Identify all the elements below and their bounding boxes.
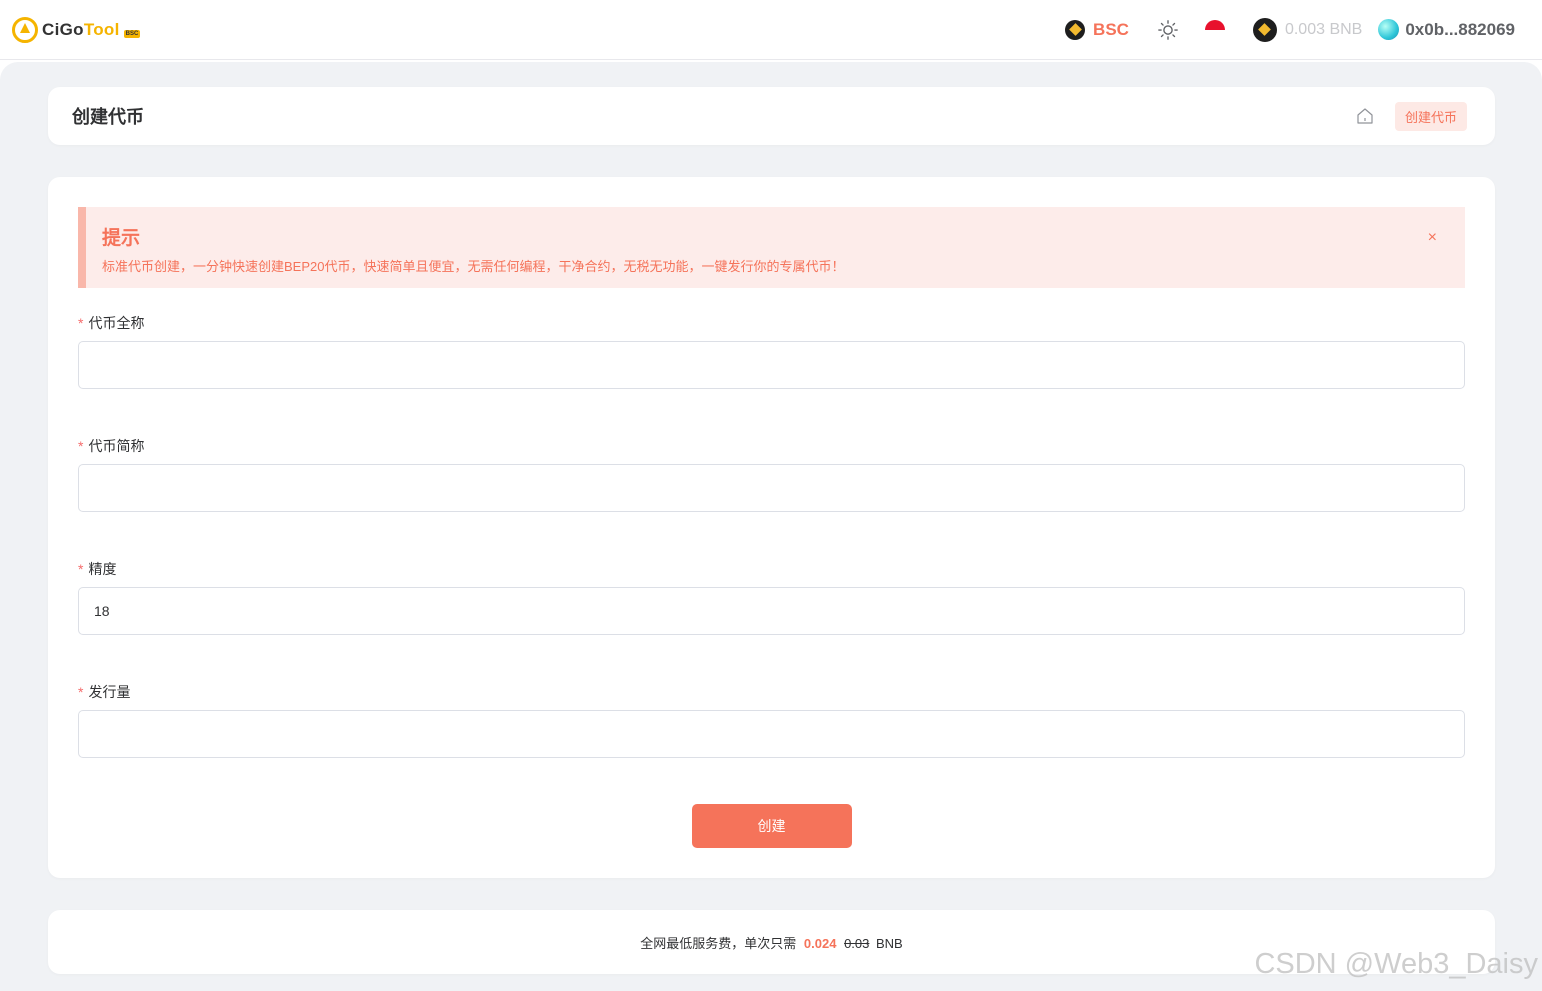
token-name-input[interactable] [78,341,1465,389]
theme-toggle-sun-icon[interactable] [1157,19,1179,41]
top-navbar: CiGoTool BSC BSC 0.003 BNB 0x0b...882069 [0,0,1542,60]
bnb-chain-icon [1065,19,1086,40]
wallet-button[interactable]: 0x0b...882069 [1378,19,1515,40]
token-name-field: * 代币全称 [78,314,1465,389]
token-name-label: * 代币全称 [78,315,145,331]
chain-label: BSC [1093,19,1129,39]
balance-text: 0.003 BNB [1284,20,1363,38]
watermark: CSDN @Web3_Daisy [1254,948,1538,980]
total-supply-label: * 发行量 [78,684,131,700]
logo-text: CiGoTool [42,19,120,39]
bnb-token-icon [1252,17,1277,42]
alert-description: 标准代币创建，一分钟快速创建BEP20代币，快速简单且便宜，无需任何编程，干净合… [102,259,845,274]
page-header-card: 创建代币 创建代币 [48,87,1495,145]
token-symbol-field: * 代币简称 [78,437,1465,512]
fee-unit: BNB [876,935,903,951]
main-content: 创建代币 创建代币 提示 标准代币创建，一分钟快速创建BEP20代币，快速简单且… [0,62,1542,991]
decimals-label: * 精度 [78,561,117,577]
logo-badge: BSC [123,29,141,38]
total-supply-field: * 发行量 [78,683,1465,758]
total-supply-input[interactable] [78,710,1465,758]
form-fields: *代币全称 *代币简称 *精度 *发行量 [78,314,1465,758]
token-symbol-label: * 代币简称 [78,438,145,454]
fee-text: 全网最低服务费，单次只需 0.024 0.03 BNB [640,933,902,952]
decimals-field: * 精度 [78,560,1465,635]
decimals-input[interactable] [78,587,1465,635]
wallet-avatar-icon [1378,19,1400,40]
fee-prefix: 全网最低服务费，单次只需 [640,935,797,951]
create-button[interactable]: 创建 [691,804,852,848]
language-flag-icon[interactable] [1204,19,1225,40]
tip-alert: 提示 标准代币创建，一分钟快速创建BEP20代币，快速简单且便宜，无需任何编程，… [78,207,1465,288]
balance-display: 0.003 BNB [1252,17,1363,42]
alert-title: 提示 [102,228,141,249]
create-token-form-card: 提示 标准代币创建，一分钟快速创建BEP20代币，快速简单且便宜，无需任何编程，… [48,177,1495,878]
fee-price: 0.024 [803,935,837,951]
close-icon[interactable]: × [1428,229,1437,247]
logo-icon [12,16,38,43]
home-icon[interactable] [1355,106,1375,126]
submit-row: 创建 [78,804,1465,848]
chain-selector[interactable]: BSC [1065,19,1129,40]
page-title: 创建代币 [72,107,144,127]
wallet-address: 0x0b...882069 [1405,19,1515,39]
breadcrumb-current[interactable]: 创建代币 [1394,101,1467,131]
header-actions: BSC 0.003 BNB 0x0b...882069 [1065,17,1515,42]
breadcrumb: 创建代币 [1355,101,1467,131]
fee-old-price: 0.03 [844,935,870,951]
logo[interactable]: CiGoTool BSC [12,16,141,43]
token-symbol-input[interactable] [78,464,1465,512]
